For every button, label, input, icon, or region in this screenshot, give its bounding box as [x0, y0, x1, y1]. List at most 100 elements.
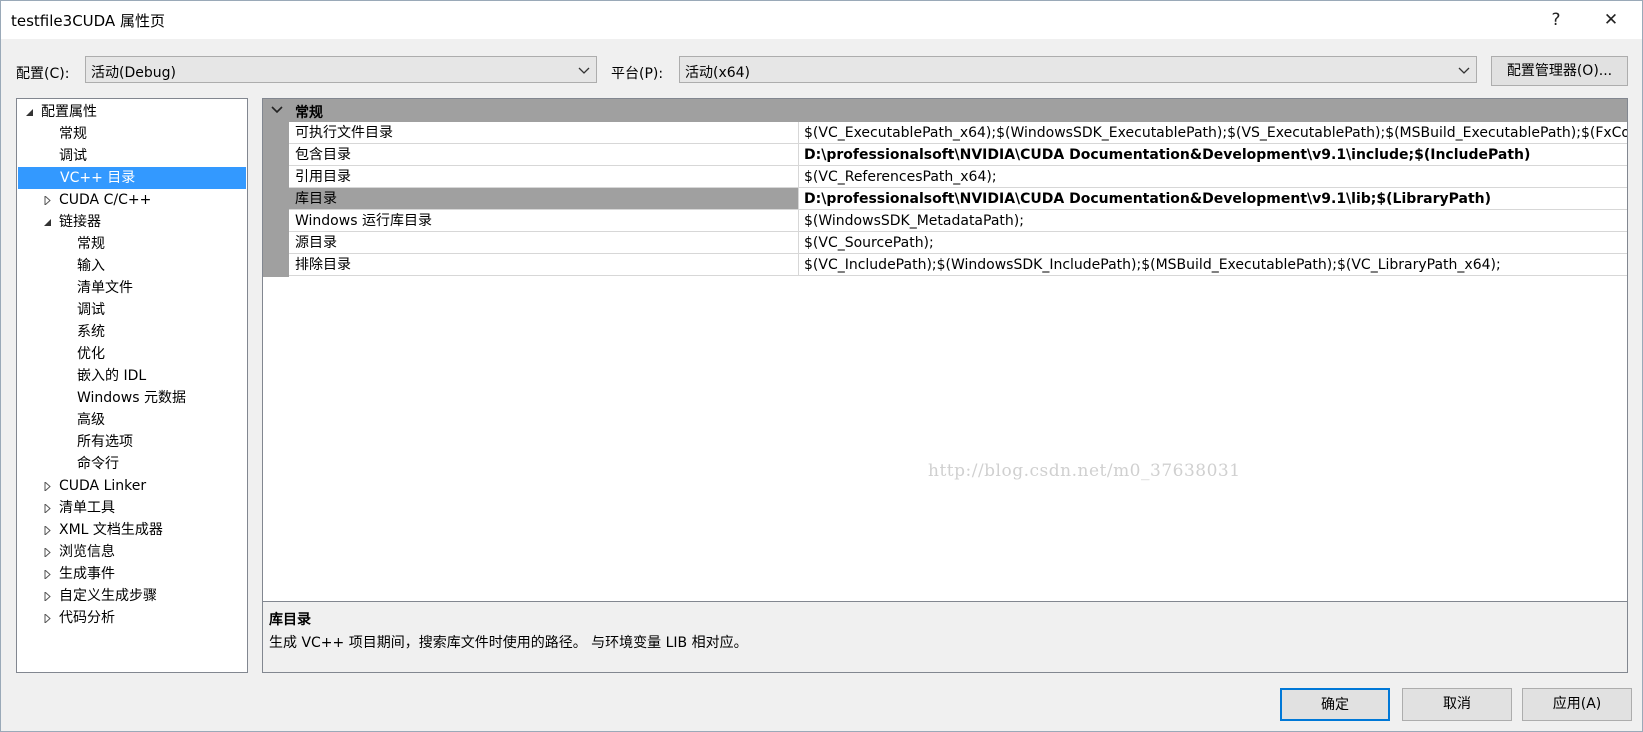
tree-item-label: VC++ 目录 — [60, 170, 136, 186]
property-name[interactable]: Windows 运行库目录 — [289, 210, 799, 232]
platform-dropdown[interactable]: 活动(x64) — [679, 56, 1477, 83]
property-name[interactable]: 源目录 — [289, 232, 799, 254]
property-name[interactable]: 引用目录 — [289, 166, 799, 188]
tree-item-label: 清单文件 — [77, 280, 133, 296]
tree-item-label: 代码分析 — [59, 610, 115, 626]
property-tree[interactable]: 配置属性 常规 调试 VC++ 目录 CUDA C/C++ 链接器 常规 输入 清单文件 调试 系统… — [16, 98, 248, 673]
tree-item[interactable]: 常规 — [17, 233, 245, 255]
tree-item[interactable]: 调试 — [17, 299, 245, 321]
tree-item[interactable]: 系统 — [17, 321, 245, 343]
tree-item[interactable]: 高级 — [17, 409, 245, 431]
property-row[interactable]: 引用目录 $(VC_ReferencesPath_x64); — [263, 166, 1627, 189]
collapsed-triangle-icon[interactable] — [43, 526, 52, 535]
watermark-text: http://blog.csdn.net/m0_37638031 — [928, 461, 1241, 481]
window-title: testfile3CUDA 属性页 — [11, 12, 165, 30]
property-row[interactable]: Windows 运行库目录 $(WindowsSDK_MetadataPath); — [263, 210, 1627, 233]
configuration-value: 活动(Debug) — [91, 65, 176, 81]
collapsed-triangle-icon[interactable] — [43, 482, 52, 491]
tree-item[interactable]: 优化 — [17, 343, 245, 365]
cancel-button[interactable]: 取消 — [1402, 688, 1512, 721]
tree-item[interactable]: 所有选项 — [17, 431, 245, 453]
property-row[interactable]: 包含目录 D:\professionalsoft\NVIDIA\CUDA Docu… — [263, 144, 1627, 167]
tree-item-label: 所有选项 — [77, 434, 133, 450]
tree-item[interactable]: VC++ 目录 — [18, 167, 246, 189]
tree-item-label: 调试 — [59, 148, 87, 164]
property-row[interactable]: 可执行文件目录 $(VC_ExecutablePath_x64);$(Window… — [263, 122, 1627, 145]
tree-item[interactable]: 清单文件 — [17, 277, 245, 299]
row-gutter — [263, 166, 289, 189]
row-gutter — [263, 122, 289, 145]
tree-item-label: 生成事件 — [59, 566, 115, 582]
property-row[interactable]: 库目录 D:\professionalsoft\NVIDIA\CUDA Docum… — [263, 188, 1627, 211]
apply-button[interactable]: 应用(A) — [1522, 688, 1632, 721]
tree-item[interactable]: 清单工具 — [17, 497, 245, 519]
property-pages-window: testfile3CUDA 属性页 ? ✕ 配置(C): 活动(Debug) 平… — [0, 0, 1643, 732]
tree-item[interactable]: XML 文档生成器 — [17, 519, 245, 541]
expanded-triangle-icon[interactable] — [43, 218, 52, 227]
tree-item[interactable]: 代码分析 — [17, 607, 245, 629]
property-value[interactable]: D:\professionalsoft\NVIDIA\CUDA Document… — [799, 144, 1627, 166]
property-value[interactable]: $(WindowsSDK_MetadataPath); — [799, 210, 1627, 232]
tree-item[interactable]: 配置属性 — [17, 101, 245, 123]
tree-item[interactable]: 输入 — [17, 255, 245, 277]
configuration-dropdown[interactable]: 活动(Debug) — [85, 56, 597, 83]
chevron-down-icon[interactable] — [271, 105, 283, 115]
description-text: 生成 VC++ 项目期间，搜索库文件时使用的路径。 与环境变量 LIB 相对应。 — [269, 635, 748, 651]
property-value[interactable]: D:\professionalsoft\NVIDIA\CUDA Document… — [799, 188, 1627, 210]
tree-item[interactable]: 嵌入的 IDL — [17, 365, 245, 387]
collapsed-triangle-icon[interactable] — [43, 570, 52, 579]
tree-item[interactable]: 自定义生成步骤 — [17, 585, 245, 607]
configuration-manager-button[interactable]: 配置管理器(O)... — [1491, 56, 1628, 86]
property-value[interactable]: $(VC_IncludePath);$(WindowsSDK_IncludePa… — [799, 254, 1627, 276]
title-bar: testfile3CUDA 属性页 ? ✕ — [1, 1, 1642, 39]
property-value[interactable]: $(VC_ReferencesPath_x64); — [799, 166, 1627, 188]
tree-item-label: 输入 — [77, 258, 105, 274]
property-name[interactable]: 包含目录 — [289, 144, 799, 166]
property-value[interactable]: $(VC_ExecutablePath_x64);$(WindowsSDK_Ex… — [799, 122, 1627, 144]
tree-item-label: 配置属性 — [41, 104, 97, 120]
tree-item-label: 自定义生成步骤 — [59, 588, 157, 604]
collapsed-triangle-icon[interactable] — [43, 548, 52, 557]
property-value[interactable]: $(VC_SourcePath); — [799, 232, 1627, 254]
tree-item-label: 高级 — [77, 412, 105, 428]
collapsed-triangle-icon[interactable] — [43, 614, 52, 623]
row-gutter — [263, 188, 289, 211]
property-name[interactable]: 排除目录 — [289, 254, 799, 276]
collapsed-triangle-icon[interactable] — [43, 504, 52, 513]
tree-item-label: CUDA Linker — [59, 478, 147, 494]
close-button[interactable]: ✕ — [1591, 7, 1631, 33]
tree-item[interactable]: 调试 — [17, 145, 245, 167]
tree-item-label: CUDA C/C++ — [59, 192, 152, 208]
help-button[interactable]: ? — [1536, 7, 1576, 33]
collapsed-triangle-icon[interactable] — [43, 196, 52, 205]
chevron-down-icon — [578, 67, 590, 74]
platform-label: 平台(P): — [611, 66, 664, 82]
tree-item[interactable]: 常规 — [17, 123, 245, 145]
property-name[interactable]: 可执行文件目录 — [289, 122, 799, 144]
tree-item[interactable]: 生成事件 — [17, 563, 245, 585]
chevron-down-icon — [1458, 67, 1470, 74]
platform-value: 活动(x64) — [685, 65, 751, 81]
description-title: 库目录 — [269, 612, 311, 628]
row-gutter — [263, 144, 289, 167]
tree-item[interactable]: 浏览信息 — [17, 541, 245, 563]
tree-item[interactable]: 命令行 — [17, 453, 245, 475]
property-row[interactable]: 源目录 $(VC_SourcePath); — [263, 232, 1627, 255]
tree-item[interactable]: CUDA Linker — [17, 475, 245, 497]
tree-item[interactable]: 链接器 — [17, 211, 245, 233]
grid-category-row[interactable]: 常规 — [263, 99, 1627, 122]
tree-item[interactable]: CUDA C/C++ — [17, 189, 245, 211]
property-name[interactable]: 库目录 — [289, 188, 799, 210]
tree-item-label: 嵌入的 IDL — [77, 368, 147, 384]
expanded-triangle-icon[interactable] — [25, 108, 34, 117]
tree-item-label: 优化 — [77, 346, 105, 362]
property-row[interactable]: 排除目录 $(VC_IncludePath);$(WindowsSDK_Inclu… — [263, 254, 1627, 277]
ok-button[interactable]: 确定 — [1280, 688, 1390, 721]
tree-item[interactable]: Windows 元数据 — [17, 387, 245, 409]
tree-item-label: 常规 — [59, 126, 87, 142]
collapsed-triangle-icon[interactable] — [43, 592, 52, 601]
grid-category-label: 常规 — [295, 105, 323, 121]
property-grid[interactable]: 常规 可执行文件目录 $(VC_ExecutablePath_x64);$(Win… — [262, 98, 1628, 602]
configuration-label: 配置(C): — [16, 66, 70, 82]
tree-item-label: Windows 元数据 — [77, 390, 186, 406]
